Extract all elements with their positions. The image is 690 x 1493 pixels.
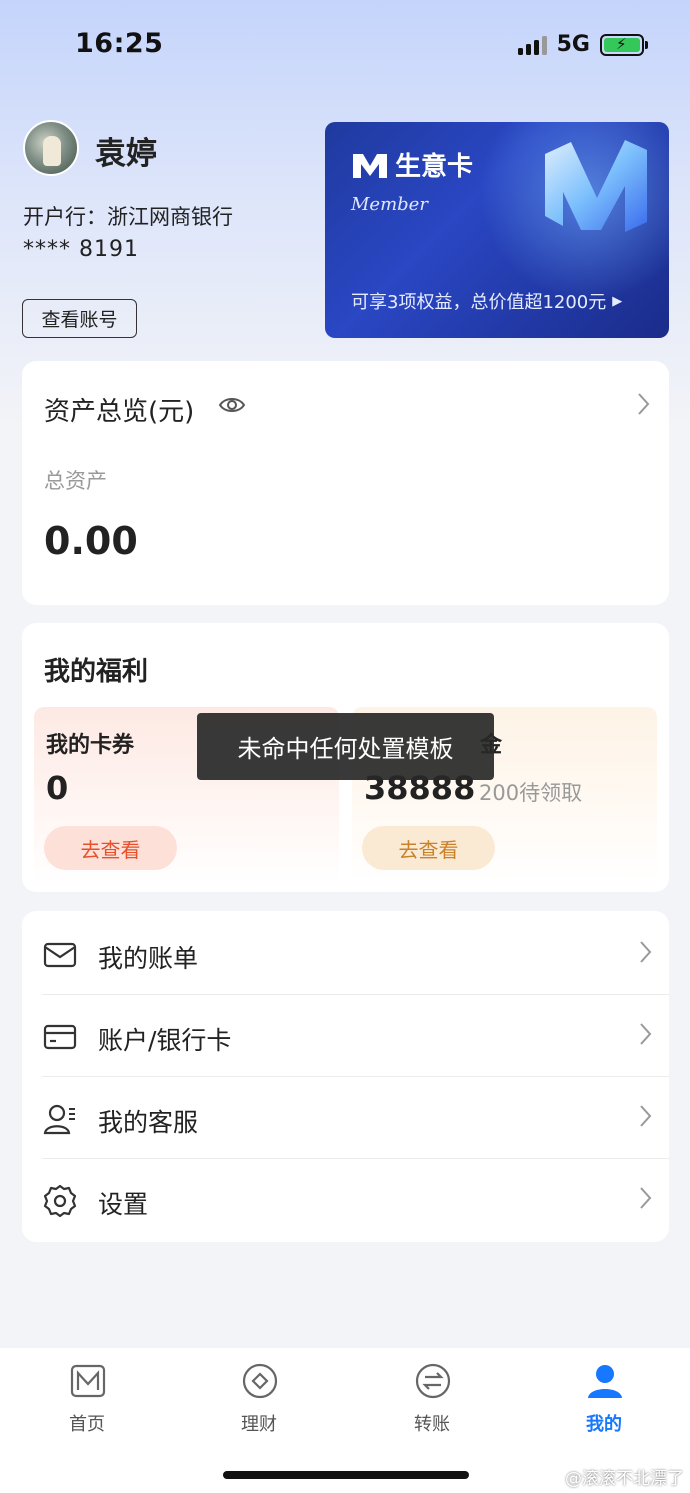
chevron-right-icon bbox=[638, 393, 650, 415]
member-card-title: 生意卡 bbox=[395, 152, 474, 182]
mail-icon bbox=[43, 942, 77, 968]
menu-item-customer-service[interactable]: 我的客服 bbox=[42, 1077, 669, 1159]
account-number: **** 8191 bbox=[23, 237, 139, 262]
transfer-icon bbox=[415, 1363, 451, 1399]
menu-item-label: 我的客服 bbox=[98, 1108, 199, 1137]
menu-item-settings[interactable]: 设置 bbox=[42, 1159, 669, 1241]
home-indicator[interactable] bbox=[223, 1471, 469, 1479]
nav-mine[interactable]: 我的 bbox=[544, 1348, 664, 1448]
nav-home[interactable]: 首页 bbox=[27, 1348, 147, 1448]
member-v-emblem-icon bbox=[545, 140, 647, 232]
customer-service-icon bbox=[43, 1104, 75, 1135]
home-icon bbox=[70, 1364, 106, 1398]
bank-info: 开户行：浙江网商银行 bbox=[23, 205, 233, 229]
gold-pending: 200待领取 bbox=[479, 781, 583, 805]
mybank-logo-icon bbox=[353, 153, 387, 178]
total-assets-value: 0.00 bbox=[44, 519, 138, 563]
member-card-description: 可享3项权益，总价值超1200元 ▶ bbox=[351, 288, 622, 314]
nav-wealth-label: 理财 bbox=[241, 1414, 277, 1435]
coupons-view-button[interactable]: 去查看 bbox=[44, 826, 177, 870]
assets-overview-card[interactable]: 资产总览(元) 总资产 0.00 bbox=[22, 361, 669, 605]
avatar[interactable] bbox=[23, 120, 79, 176]
menu-item-label: 设置 bbox=[98, 1190, 149, 1219]
coupons-label: 我的卡券 bbox=[46, 733, 135, 758]
gold-view-button[interactable]: 去查看 bbox=[362, 826, 495, 870]
status-time: 16:25 bbox=[75, 28, 164, 59]
view-account-button[interactable]: 查看账号 bbox=[22, 299, 137, 338]
chevron-right-icon bbox=[640, 1105, 652, 1127]
member-card[interactable]: 生意卡 Member 可享3项权益，总价值超1200元 ▶ bbox=[325, 122, 669, 338]
menu-item-label: 我的账单 bbox=[98, 944, 199, 973]
assets-title: 资产总览(元) bbox=[44, 397, 195, 427]
total-assets-label: 总资产 bbox=[44, 469, 107, 493]
chevron-right-icon bbox=[640, 1187, 652, 1209]
menu-item-label: 账户/银行卡 bbox=[98, 1026, 232, 1055]
chevron-right-icon bbox=[640, 1023, 652, 1045]
welfare-title: 我的福利 bbox=[44, 657, 149, 687]
battery-icon: ⚡ bbox=[600, 33, 648, 56]
network-label: 5G bbox=[556, 32, 590, 57]
user-name: 袁婷 bbox=[95, 136, 157, 172]
nav-mine-label: 我的 bbox=[586, 1414, 622, 1435]
play-arrow-icon: ▶ bbox=[612, 293, 623, 309]
coupons-value: 0 bbox=[46, 769, 69, 807]
watermark: @滚滚不北漂了 bbox=[565, 1469, 684, 1489]
member-card-description-text: 可享3项权益，总价值超1200元 bbox=[351, 292, 607, 313]
eye-icon[interactable] bbox=[218, 394, 246, 416]
user-icon bbox=[588, 1365, 622, 1398]
nav-wealth[interactable]: 理财 bbox=[199, 1348, 319, 1448]
card-icon bbox=[43, 1024, 77, 1050]
member-card-logo: 生意卡 bbox=[351, 146, 473, 183]
menu-item-bills[interactable]: 我的账单 bbox=[42, 913, 669, 995]
chevron-right-icon bbox=[640, 941, 652, 963]
toast-message: 未命中任何处置模板 bbox=[197, 713, 494, 780]
nav-home-label: 首页 bbox=[69, 1414, 105, 1435]
member-card-subtitle: Member bbox=[351, 194, 428, 215]
nav-transfer[interactable]: 转账 bbox=[372, 1348, 492, 1448]
signal-icon bbox=[517, 35, 547, 55]
status-indicators: 5G ⚡ bbox=[517, 32, 648, 57]
gear-icon bbox=[43, 1184, 77, 1218]
nav-transfer-label: 转账 bbox=[414, 1414, 450, 1435]
menu-list: 我的账单 账户/银行卡 我的客服 设置 bbox=[22, 911, 669, 1242]
menu-item-accounts-cards[interactable]: 账户/银行卡 bbox=[42, 995, 669, 1077]
wealth-icon bbox=[242, 1363, 278, 1399]
